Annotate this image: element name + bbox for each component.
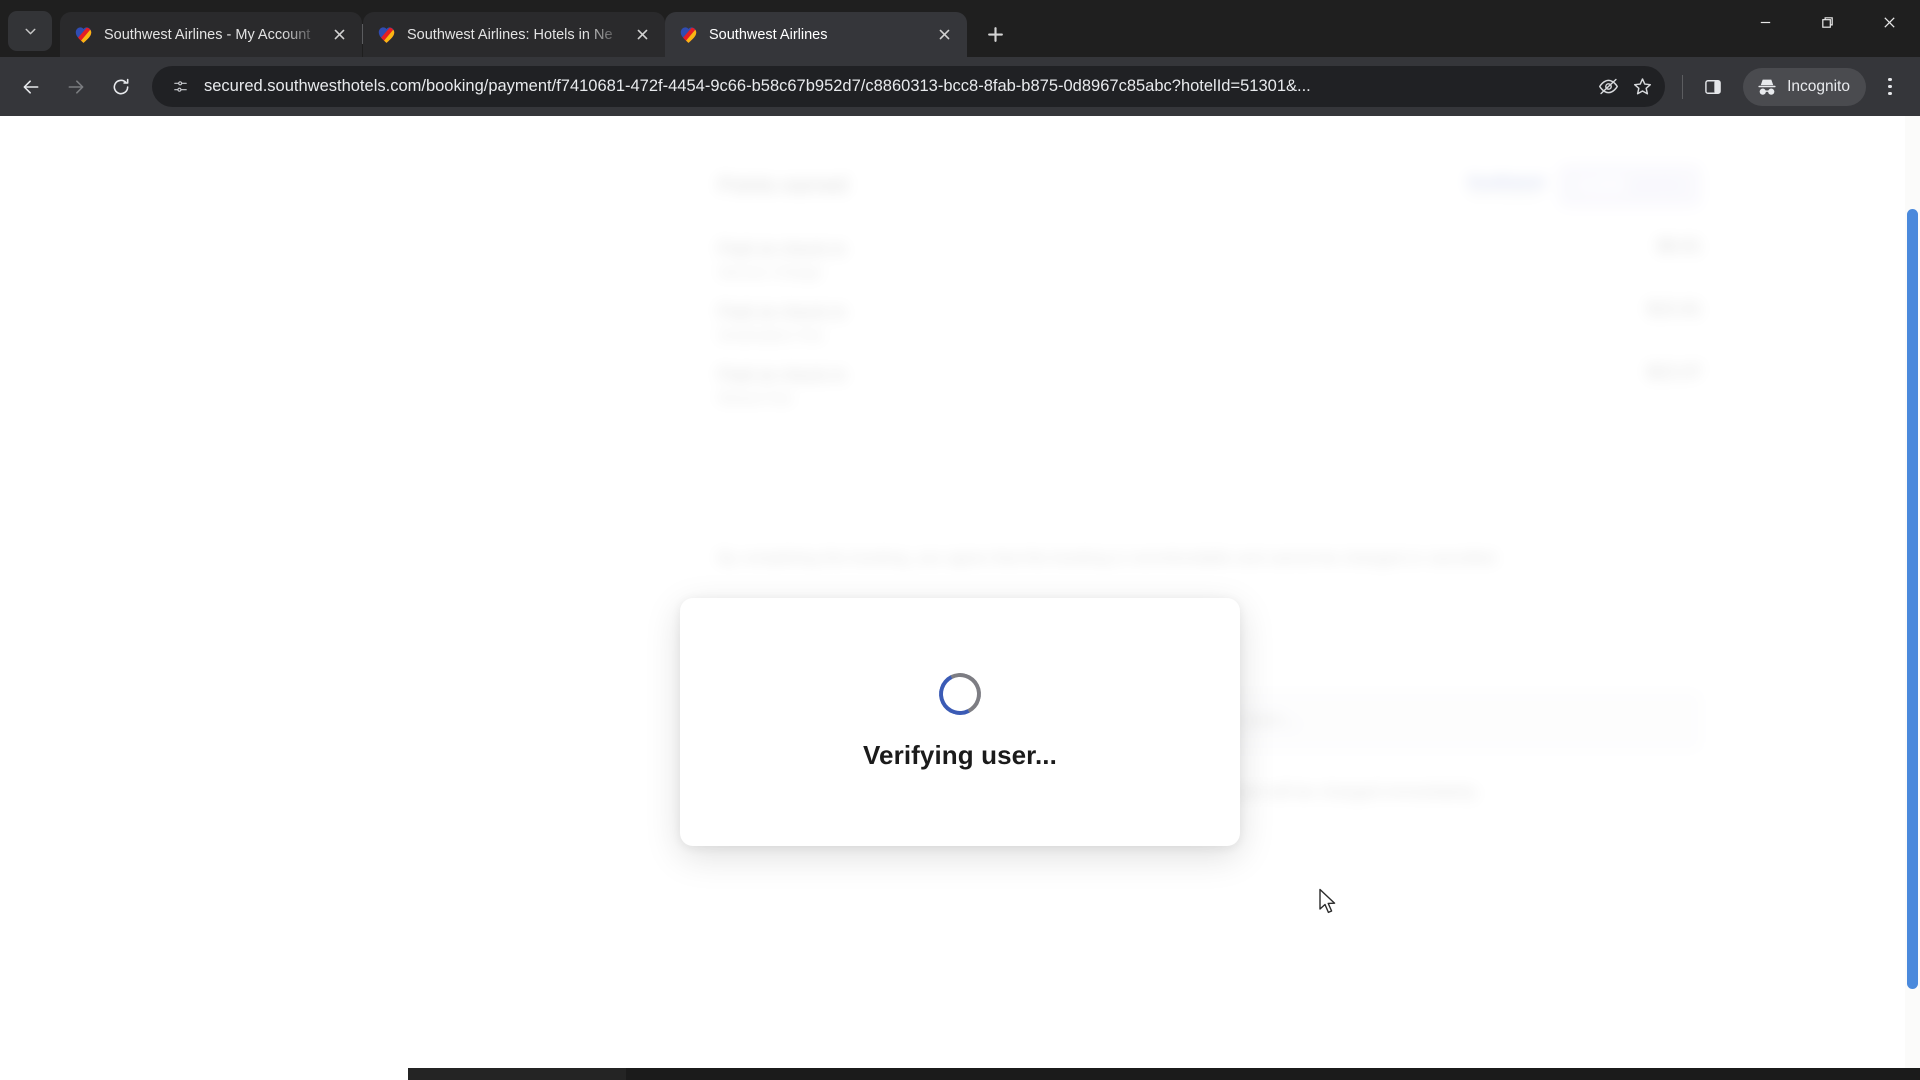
bottom-strip (0, 1068, 1920, 1080)
bottom-strip-segment (408, 1068, 626, 1080)
chevron-down-icon (25, 28, 35, 34)
window-controls (1734, 0, 1920, 45)
arrow-right-icon (68, 79, 84, 94)
close-tab-button[interactable] (327, 22, 352, 47)
tab-title: Southwest Airlines (709, 26, 828, 43)
new-tab-button[interactable] (977, 16, 1013, 52)
tab-title: Southwest Airlines: Hotels in Ne (407, 26, 613, 43)
tab-title: Southwest Airlines - My Account (104, 26, 311, 43)
close-icon (334, 29, 345, 40)
tab-search-button[interactable] (8, 11, 52, 51)
page-scrollbar[interactable] (1905, 116, 1920, 1080)
browser-window: Southwest Airlines - My Account Southwes… (0, 0, 1920, 1080)
page-viewport: Points earned Southwest RAPID REWARDS 4,… (0, 116, 1920, 1080)
reload-button[interactable] (100, 66, 142, 108)
browser-menu-button[interactable] (1870, 66, 1910, 108)
scrollbar-thumb[interactable] (1907, 209, 1918, 989)
side-panel-button[interactable] (1692, 66, 1734, 108)
bottom-strip-segment (0, 1068, 408, 1080)
incognito-label: Incognito (1787, 77, 1850, 95)
back-button[interactable] (10, 66, 52, 108)
menu-dot (1888, 77, 1892, 82)
loading-spinner (933, 667, 987, 721)
forward-button[interactable] (55, 66, 97, 108)
close-icon (939, 29, 950, 40)
plus-icon (987, 26, 1003, 42)
minimize-icon (1760, 21, 1770, 24)
browser-tab-2[interactable]: Southwest Airlines: Hotels in Ne (363, 12, 665, 57)
tracking-protection-icon[interactable] (1591, 70, 1625, 104)
modal-message: Verifying user... (863, 740, 1057, 770)
site-info-icon[interactable] (167, 73, 194, 100)
side-panel-icon (1705, 79, 1721, 94)
browser-toolbar: secured.southwesthotels.com/booking/paym… (0, 57, 1920, 116)
menu-dot (1888, 84, 1892, 89)
menu-dot (1888, 91, 1892, 96)
tab-strip: Southwest Airlines - My Account Southwes… (0, 0, 1920, 57)
minimize-button[interactable] (1734, 0, 1796, 45)
southwest-heart-icon (74, 25, 93, 44)
browser-tab-1[interactable]: Southwest Airlines - My Account (60, 12, 362, 57)
southwest-heart-icon (679, 25, 698, 44)
toolbar-separator (1682, 74, 1684, 99)
verifying-user-modal: Verifying user... (680, 598, 1240, 846)
close-icon (637, 29, 648, 40)
browser-tab-3-active[interactable]: Southwest Airlines (665, 12, 967, 57)
arrow-left-icon (23, 79, 39, 94)
close-window-button[interactable] (1858, 0, 1920, 45)
incognito-icon (1758, 79, 1776, 95)
close-icon (1883, 17, 1895, 28)
tab-list: Southwest Airlines - My Account Southwes… (60, 0, 1013, 57)
reload-icon (113, 78, 129, 94)
bookmark-star-icon[interactable] (1625, 70, 1659, 104)
maximize-button[interactable] (1796, 0, 1858, 45)
restore-icon (1821, 17, 1833, 28)
incognito-indicator[interactable]: Incognito (1743, 67, 1866, 106)
address-bar[interactable]: secured.southwesthotels.com/booking/paym… (152, 66, 1666, 107)
southwest-heart-icon (377, 25, 396, 44)
close-tab-button[interactable] (630, 22, 655, 47)
url-text: secured.southwesthotels.com/booking/paym… (204, 77, 1311, 95)
close-tab-button[interactable] (932, 22, 957, 47)
